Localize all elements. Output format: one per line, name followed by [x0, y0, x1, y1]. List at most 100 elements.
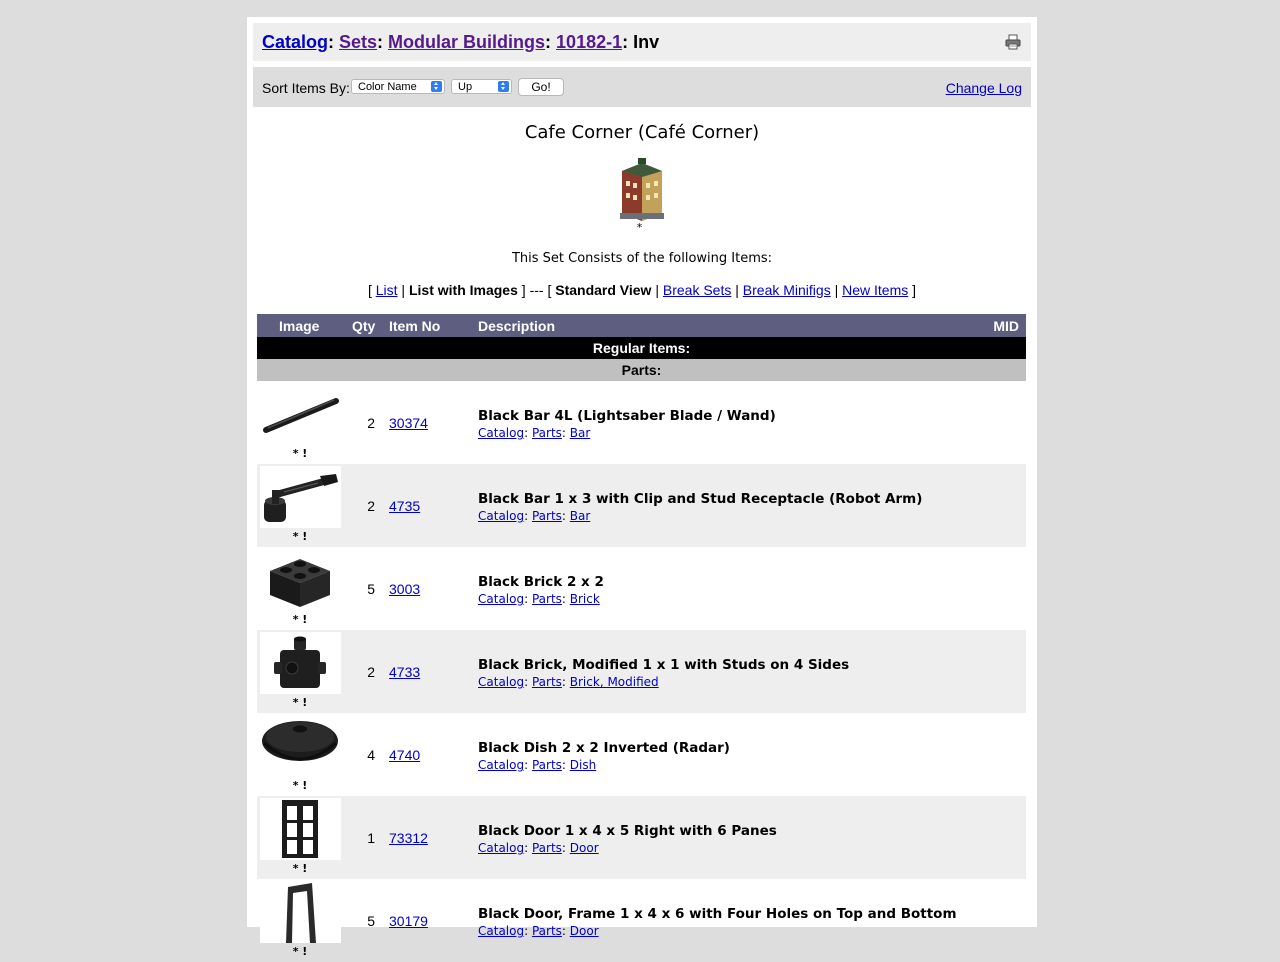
bar-4l-icon: [263, 398, 339, 433]
row-cat-catalog-link[interactable]: Catalog: [478, 426, 524, 440]
row-category-path: Catalog: Parts: Bar: [478, 509, 591, 523]
row-cat-catalog-link[interactable]: Catalog: [478, 841, 524, 855]
view-separator: ---: [529, 282, 544, 298]
row-cat-parts-link[interactable]: Parts: [532, 426, 562, 440]
view-standard: Standard View: [555, 282, 652, 298]
part-image[interactable]: [260, 549, 341, 611]
part-image[interactable]: [260, 881, 341, 943]
break-minifigs-link[interactable]: Break Minifigs: [743, 282, 831, 298]
row-item-name: Black Door, Frame 1 x 4 x 6 with Four Ho…: [478, 906, 957, 922]
breadcrumb-current: Inv: [633, 32, 660, 52]
row-item-no-link[interactable]: 4735: [389, 498, 420, 514]
row-cat-type-link[interactable]: Dish: [570, 758, 596, 772]
breadcrumb-catalog[interactable]: Catalog: [262, 32, 328, 52]
row-cat-parts-link[interactable]: Parts: [532, 509, 562, 523]
inventory-table: Image Qty Item No Description MID Regula…: [257, 314, 1026, 962]
row-category-path: Catalog: Parts: Door: [478, 924, 599, 938]
row-description: Black Door, Frame 1 x 4 x 6 with Four Ho…: [478, 906, 957, 938]
row-category-path: Catalog: Parts: Brick, Modified: [478, 675, 659, 689]
part-image[interactable]: [260, 383, 341, 445]
row-cat-parts-link[interactable]: Parts: [532, 592, 562, 606]
row-item-no-link[interactable]: 30179: [389, 913, 428, 929]
row-description: Black Door 1 x 4 x 5 Right with 6 Panes …: [478, 823, 777, 855]
header-qty: Qty: [352, 318, 376, 334]
go-button[interactable]: Go!: [518, 78, 564, 96]
breadcrumb-sets[interactable]: Sets: [339, 32, 377, 52]
row-cat-parts-link[interactable]: Parts: [532, 841, 562, 855]
table-row: * ! 2 4733 Black Brick, Modified 1 x 1 w…: [257, 630, 1026, 713]
sort-field-select[interactable]: Color Name: [351, 79, 445, 94]
table-row: * ! 5 3003 Black Brick 2 x 2 Catalog: Pa…: [257, 547, 1026, 630]
new-items-link[interactable]: New Items: [842, 282, 908, 298]
part-image[interactable]: [260, 715, 341, 777]
row-item-name: Black Bar 4L (Lightsaber Blade / Wand): [478, 408, 776, 424]
set-image-marker: *: [636, 221, 643, 234]
row-item-no-link[interactable]: 30374: [389, 415, 428, 431]
row-cat-catalog-link[interactable]: Catalog: [478, 924, 524, 938]
select-arrows-icon: [498, 81, 509, 92]
row-cat-catalog-link[interactable]: Catalog: [478, 675, 524, 689]
row-category-path: Catalog: Parts: Bar: [478, 426, 591, 440]
table-row: * ! 2 30374 Black Bar 4L (Lightsaber Bla…: [257, 381, 1026, 464]
break-sets-link[interactable]: Break Sets: [663, 282, 731, 298]
row-qty: 2: [367, 415, 375, 431]
sort-bar: Sort Items By: Color Name Up Go! Change …: [253, 67, 1031, 107]
dish-icon: [262, 721, 338, 761]
row-item-no-link[interactable]: 73312: [389, 830, 428, 846]
row-cat-parts-link[interactable]: Parts: [532, 924, 562, 938]
part-image[interactable]: [260, 632, 341, 694]
table-row: * ! 5 30179 Black Door, Frame 1 x 4 x 6 …: [257, 879, 1026, 962]
row-cat-catalog-link[interactable]: Catalog: [478, 592, 524, 606]
part-image[interactable]: [260, 798, 341, 860]
brick-2x2-icon: [270, 559, 330, 607]
table-row: * ! 2 4735 Black Bar 1 x 3 with Clip and…: [257, 464, 1026, 547]
breadcrumb-set-number[interactable]: 10182-1: [556, 32, 622, 52]
sort-direction-value: Up: [458, 81, 473, 93]
robot-arm-icon: [264, 474, 338, 522]
set-image[interactable]: [616, 157, 668, 223]
printer-icon[interactable]: [1005, 34, 1021, 50]
row-item-no-link[interactable]: 4733: [389, 664, 420, 680]
row-item-name: Black Brick, Modified 1 x 1 with Studs o…: [478, 657, 850, 673]
table-row: * ! 4 4740 Black Dish 2 x 2 Inverted (Ra…: [257, 713, 1026, 796]
row-cat-type-link[interactable]: Bar: [570, 426, 591, 440]
row-cat-type-link[interactable]: Brick: [570, 592, 600, 606]
row-cat-type-link[interactable]: Door: [570, 924, 599, 938]
page-container: Catalog: Sets: Modular Buildings: 10182-…: [247, 17, 1037, 958]
row-qty: 1: [367, 830, 375, 846]
row-cat-type-link[interactable]: Brick, Modified: [570, 675, 659, 689]
sort-direction-select[interactable]: Up: [451, 79, 512, 94]
row-marks: * !: [292, 530, 308, 543]
select-arrows-icon: [431, 81, 442, 92]
row-item-name: Black Dish 2 x 2 Inverted (Radar): [478, 740, 730, 756]
row-description: Black Brick, Modified 1 x 1 with Studs o…: [478, 657, 849, 689]
row-cat-catalog-link[interactable]: Catalog: [478, 509, 524, 523]
row-cat-type-link[interactable]: Door: [570, 841, 599, 855]
row-cat-type-link[interactable]: Bar: [570, 509, 591, 523]
view-list-link[interactable]: List: [376, 282, 398, 298]
door-frame-icon: [286, 883, 316, 943]
breadcrumb-modular-buildings[interactable]: Modular Buildings: [388, 32, 545, 52]
row-category-path: Catalog: Parts: Door: [478, 841, 599, 855]
consists-text: This Set Consists of the following Items…: [511, 251, 773, 266]
row-cat-parts-link[interactable]: Parts: [532, 675, 562, 689]
row-qty: 2: [367, 498, 375, 514]
header-image: Image: [279, 318, 320, 334]
row-cat-catalog-link[interactable]: Catalog: [478, 758, 524, 772]
row-marks: * !: [292, 862, 308, 875]
row-marks: * !: [292, 613, 308, 626]
view-list-with-images: List with Images: [408, 282, 518, 298]
part-image[interactable]: [260, 466, 341, 528]
row-item-name: Black Brick 2 x 2: [478, 574, 604, 590]
brick-studs-icon: [274, 636, 326, 688]
view-links: [ List | List with Images ] --- [ Standa…: [367, 282, 917, 298]
row-description: Black Bar 4L (Lightsaber Blade / Wand) C…: [478, 408, 776, 440]
row-cat-parts-link[interactable]: Parts: [532, 758, 562, 772]
row-item-no-link[interactable]: 3003: [389, 581, 420, 597]
change-log-link[interactable]: Change Log: [946, 80, 1022, 96]
breadcrumb: Catalog: Sets: Modular Buildings: 10182-…: [253, 23, 1031, 61]
row-category-path: Catalog: Parts: Brick: [478, 592, 600, 606]
set-title: Cafe Corner (Café Corner): [524, 122, 760, 143]
row-item-no-link[interactable]: 4740: [389, 747, 420, 763]
row-qty: 2: [367, 664, 375, 680]
